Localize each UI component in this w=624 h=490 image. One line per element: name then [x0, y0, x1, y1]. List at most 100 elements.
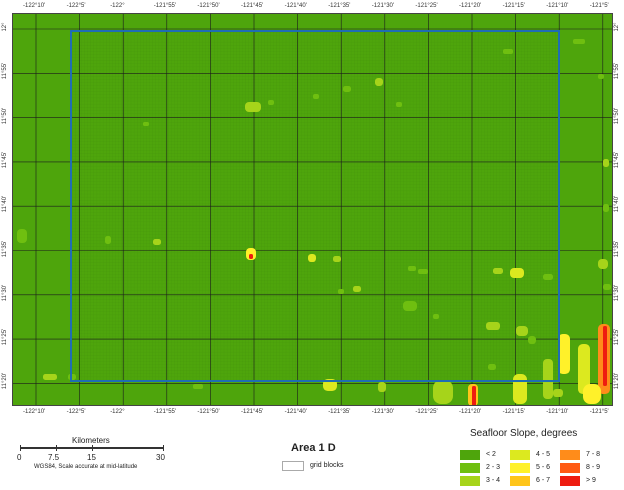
latitude-label: 11°25': [2, 328, 8, 346]
longitude-label: -122°10': [23, 409, 46, 415]
longitude-label: -121°50': [197, 3, 220, 9]
slope-patch: [308, 254, 316, 262]
scale-label: 7.5: [48, 453, 60, 462]
scale-title: Kilometers: [72, 436, 110, 445]
legend-swatch: [560, 450, 580, 460]
longitude-label: -121°5': [589, 3, 609, 9]
slope-patch: [333, 256, 341, 262]
legend-label: > 9: [586, 477, 596, 484]
latitude-label: 11°20': [614, 373, 620, 390]
slope-patch: [245, 102, 261, 112]
slope-patch: [528, 336, 536, 344]
legend-title: Seafloor Slope, degrees: [470, 428, 578, 439]
slope-patch: [510, 268, 524, 278]
map-panel: [12, 13, 613, 406]
longitude-label: -121°20': [459, 409, 482, 415]
legend-swatch: [560, 476, 580, 486]
slope-patch: [598, 74, 604, 79]
scale-label: 0: [17, 453, 22, 462]
longitude-label: -121°40': [284, 3, 307, 9]
slope-patch: [353, 286, 361, 292]
latitude-label: 11°50': [2, 107, 8, 124]
slope-patch: [378, 382, 386, 392]
slope-patch: [598, 259, 608, 269]
latitude-label: 11°55': [2, 63, 8, 80]
legend-label: < 2: [486, 451, 496, 458]
scale-tick: [92, 445, 93, 451]
latitude-label: 11°30': [2, 284, 8, 302]
legend-swatch: [460, 476, 480, 486]
slope-patch: [433, 380, 453, 404]
slope-patch: [603, 159, 609, 167]
slope-patch: [493, 268, 503, 274]
slope-patch: [513, 374, 527, 404]
legend-swatch: [560, 463, 580, 473]
slope-patch: [486, 322, 500, 330]
slope-legend: Seafloor Slope, degrees < 2 2 - 3 3 - 4 4 -…: [456, 428, 624, 490]
latitude-label: 11°20': [2, 373, 8, 390]
legend-swatch: [460, 450, 480, 460]
latitude-label: 11°35': [2, 240, 8, 257]
slope-patch: [403, 301, 417, 311]
longitude-label: -121°30': [371, 3, 395, 9]
longitude-label: -121°45': [241, 3, 264, 9]
slope-patch: [603, 326, 607, 386]
slope-patch: [488, 364, 496, 370]
slope-patch: [396, 102, 402, 107]
slope-patch: [375, 78, 383, 86]
longitude-label: -121°55': [153, 409, 177, 415]
longitude-label: -121°25': [415, 409, 438, 415]
legend-label: 7 - 8: [586, 451, 601, 458]
longitude-label: -121°15': [502, 3, 525, 9]
slope-patch: [43, 374, 57, 380]
slope-patch: [105, 236, 111, 244]
longitude-label: -121°45': [241, 409, 264, 415]
slope-patch: [583, 384, 601, 404]
scale-bar: Kilometers 0 7.5 15 30 WGS84, Scale accu…: [12, 436, 172, 476]
slope-patch: [338, 289, 344, 294]
longitude-label: -122°: [110, 409, 125, 415]
longitude-label: -121°35': [328, 3, 351, 9]
slope-patch: [249, 254, 253, 259]
latitude-label: 11°40': [614, 195, 620, 213]
slope-patch: [472, 386, 476, 405]
slope-patch: [343, 86, 351, 92]
legend-label: 4 - 5: [536, 451, 551, 458]
longitude-label: -121°10': [546, 409, 569, 415]
slope-patch: [573, 39, 585, 44]
scale-tick: [56, 445, 57, 451]
longitude-label: -121°55': [153, 3, 177, 9]
scale-note: WGS84, Scale accurate at mid-latitude: [34, 464, 138, 470]
longitude-label: -121°10': [546, 3, 569, 9]
slope-patch: [503, 49, 513, 54]
longitude-label: -121°5': [589, 409, 609, 415]
slope-patch: [143, 122, 149, 126]
slope-patch: [268, 100, 274, 105]
longitude-label: -121°50': [197, 409, 220, 415]
slope-patch: [603, 284, 611, 290]
slope-patch: [516, 326, 528, 336]
scale-tick: [163, 445, 164, 451]
scale-label: 30: [156, 453, 165, 462]
longitude-label: -121°35': [328, 409, 351, 415]
latitude-label: 12°: [614, 22, 620, 32]
longitude-label: -121°20': [459, 3, 482, 9]
longitude-label: -122°5': [66, 3, 86, 9]
legend-swatch: [460, 463, 480, 473]
scale-label: 15: [87, 453, 96, 462]
legend-label: 3 - 4: [486, 477, 501, 484]
longitude-label: -122°5': [66, 409, 86, 415]
grid-blocks-swatch: [282, 461, 304, 471]
slope-patch: [418, 269, 428, 274]
slope-patch: [313, 94, 319, 99]
longitude-label: -121°25': [415, 3, 438, 9]
latitude-label: 11°45': [2, 151, 8, 169]
longitude-label: -121°40': [284, 409, 307, 415]
longitude-label: -121°15': [502, 409, 525, 415]
legend-label: 5 - 6: [536, 464, 551, 471]
slope-patch: [543, 274, 553, 280]
grid-blocks-label: grid blocks: [310, 462, 344, 469]
legend-label: 8 - 9: [586, 464, 601, 471]
legend-label: 6 - 7: [536, 477, 551, 484]
scale-tick: [20, 445, 21, 451]
